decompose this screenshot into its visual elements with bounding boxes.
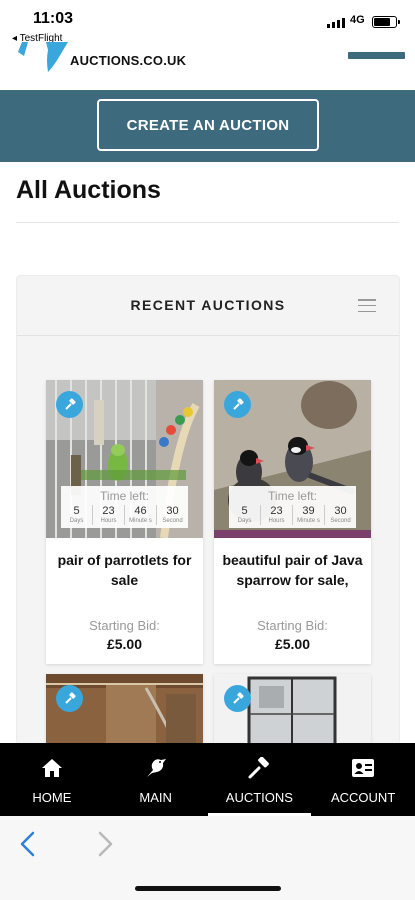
time-left-label: Time left:: [100, 489, 149, 503]
back-arrow-icon[interactable]: [18, 830, 38, 863]
auction-card[interactable]: [46, 674, 203, 744]
auction-title[interactable]: pair of parrotlets for sale: [52, 550, 197, 590]
id-card-icon: [351, 756, 375, 780]
starting-bid-label: Starting Bid:: [257, 618, 328, 633]
header-menu-button[interactable]: [348, 52, 405, 59]
gavel-badge-icon: [56, 685, 83, 712]
battery-icon: [372, 16, 400, 28]
site-logo-mark[interactable]: [18, 42, 68, 72]
starting-bid-value: £5.00: [106, 636, 143, 652]
auction-card[interactable]: [214, 674, 371, 744]
tab-account[interactable]: ACCOUNT: [311, 743, 415, 816]
panel-title: RECENT AUCTIONS: [130, 297, 286, 313]
starting-bid-value: £5.00: [274, 636, 311, 652]
browser-toolbar: [0, 816, 415, 900]
tab-main[interactable]: MAIN: [104, 743, 208, 816]
home-indicator[interactable]: [135, 886, 281, 891]
gavel-badge-icon: [224, 391, 251, 418]
signal-icon: [327, 18, 345, 28]
create-auction-button[interactable]: CREATE AN AUCTION: [97, 99, 319, 151]
gavel-icon: [247, 756, 271, 780]
starting-bid-label: Starting Bid:: [89, 618, 160, 633]
timer-days: 5 Days: [61, 505, 93, 525]
auction-photo[interactable]: Time left: 5 Days 23 Hours 39 Minute s 30 Se…: [214, 380, 371, 538]
countdown-timer: Time left: 5 Days 23 Hours 46 Minute s 30 Se…: [61, 486, 188, 528]
auction-card[interactable]: Time left: 5 Days 23 Hours 39 Minute s 30 Se…: [214, 380, 371, 664]
time-left-label: Time left:: [268, 489, 317, 503]
forward-arrow-icon[interactable]: [95, 830, 115, 863]
tab-label: HOME: [32, 790, 72, 805]
auction-photo[interactable]: [214, 674, 371, 744]
divider: [16, 222, 399, 223]
tab-label: ACCOUNT: [330, 790, 396, 805]
bottom-tab-bar: HOME MAIN AUCTIONS ACCOUNT: [0, 743, 415, 816]
panel-menu-icon[interactable]: [358, 299, 376, 312]
gavel-badge-icon: [224, 685, 251, 712]
network-type: 4G: [350, 14, 365, 26]
timer-hours: 23 Hours: [93, 505, 125, 525]
timer-seconds: 30 Second: [330, 505, 351, 524]
tab-label: AUCTIONS: [225, 790, 293, 805]
timer-minutes: 46 Minute s: [125, 505, 157, 525]
home-icon: [41, 756, 63, 780]
timer-days: 5 Days: [229, 505, 261, 525]
tab-auctions[interactable]: AUCTIONS: [207, 743, 312, 816]
tab-home[interactable]: HOME: [0, 743, 104, 816]
auction-card[interactable]: Time left: 5 Days 23 Hours 46 Minute s 30 Se…: [46, 380, 203, 664]
auction-title[interactable]: beautiful pair of Java sparrow for sale,: [220, 550, 365, 590]
timer-minutes: 39 Minute s: [293, 505, 325, 525]
create-auction-band: CREATE AN AUCTION: [0, 90, 415, 162]
auction-photo[interactable]: [46, 674, 203, 744]
page-title: All Auctions: [16, 176, 161, 204]
panel-header: RECENT AUCTIONS: [17, 276, 399, 336]
timer-seconds: 30 Second: [162, 505, 183, 524]
countdown-timer: Time left: 5 Days 23 Hours 39 Minute s 30 Se…: [229, 486, 356, 528]
gavel-badge-icon: [56, 391, 83, 418]
timer-hours: 23 Hours: [261, 505, 293, 525]
status-time: 11:03: [33, 10, 74, 27]
recent-auctions-panel: RECENT AUCTIONS Time left: 5 Days 23 Hou…: [16, 275, 400, 745]
tab-label: MAIN: [139, 790, 172, 805]
status-bar: 11:03 ◂ TestFlight 4G: [0, 0, 415, 44]
bird-icon: [144, 756, 168, 780]
site-logo-text[interactable]: AUCTIONS.CO.UK: [70, 53, 186, 68]
auction-photo[interactable]: Time left: 5 Days 23 Hours 46 Minute s 30 Se…: [46, 380, 203, 538]
